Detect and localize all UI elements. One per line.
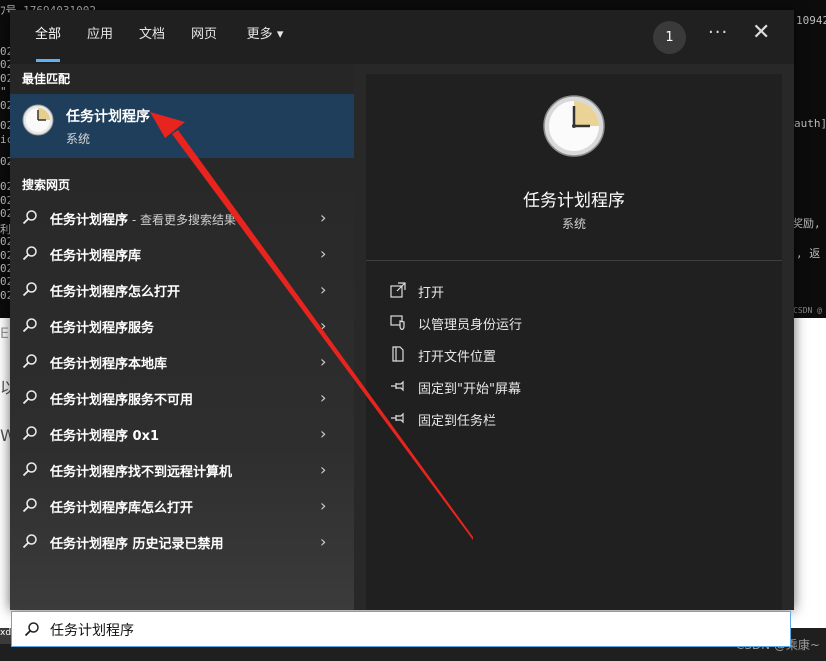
web-result-text: 任务计划程序库怎么打开	[50, 501, 194, 516]
chevron-right-icon: ›	[320, 208, 327, 227]
web-result-text: 任务计划程序库	[50, 249, 142, 264]
chevron-right-icon: ›	[320, 532, 327, 551]
search-web-heading: 搜索网页	[22, 178, 71, 192]
clock-icon	[543, 95, 605, 157]
web-result-item[interactable]: 任务计划程序库 ›	[10, 236, 354, 272]
web-result-label: 任务计划程序怎么打开	[50, 281, 180, 300]
file-location-icon	[392, 346, 404, 362]
search-icon	[22, 461, 38, 481]
action-open-label: 打开	[418, 286, 445, 301]
web-result-item[interactable]: 任务计划程序库怎么打开 ›	[10, 488, 354, 524]
web-result-label: 任务计划程序服务	[50, 317, 154, 336]
web-result-item[interactable]: 任务计划程序服务不可用 ›	[10, 380, 354, 416]
web-result-item[interactable]: 任务计划程序 历史记录已禁用 ›	[10, 524, 354, 560]
chevron-down-icon: ▾	[276, 27, 284, 42]
tab-documents[interactable]: 文档	[130, 10, 174, 64]
close-icon[interactable]: ✕	[752, 20, 770, 45]
search-icon	[22, 533, 38, 553]
search-icon	[22, 209, 38, 229]
web-result-label: 任务计划程序本地库	[50, 353, 167, 372]
terminal-fragment: , 返	[796, 247, 821, 260]
best-match-title: 任务计划程序	[66, 109, 150, 125]
more-options-icon[interactable]: ···	[708, 22, 728, 43]
search-icon	[22, 389, 38, 409]
chevron-right-icon: ›	[320, 388, 327, 407]
web-result-text: 任务计划程序服务不可用	[50, 393, 194, 408]
search-icon	[24, 622, 39, 637]
chevron-right-icon: ›	[320, 316, 327, 335]
results-column: 最佳匹配 任务计划程序 系统 搜索网页 任务计划程序 - 查看更多搜索结果 › 任务…	[10, 64, 354, 610]
chevron-right-icon: ›	[320, 460, 327, 479]
web-result-label: 任务计划程序找不到远程计算机	[50, 461, 232, 480]
web-result-text: 任务计划程序怎么打开	[50, 285, 181, 300]
tab-more[interactable]: 更多 ▾	[238, 10, 292, 64]
preview-subtitle: 系统	[561, 217, 586, 231]
tab-all[interactable]: 全部	[22, 10, 74, 64]
terminal-fragment: 10942	[796, 14, 826, 27]
preview-pane: 任务计划程序 系统 打开 以管理员身份运行 打开文件位置 固定到"开始"屏幕 固…	[366, 74, 782, 610]
terminal-fragment: auth]	[794, 117, 826, 130]
mini-watermark: CSDN @	[793, 306, 822, 315]
tab-apps[interactable]: 应用	[78, 10, 122, 64]
search-input[interactable]	[48, 618, 752, 642]
chevron-right-icon: ›	[320, 244, 327, 263]
web-result-text: 任务计划程序找不到远程计算机	[50, 465, 233, 480]
taskbar-fragment: xd	[0, 628, 11, 644]
terminal-fragment: "	[0, 85, 7, 98]
web-result-label: 任务计划程序库	[50, 245, 141, 264]
search-bar[interactable]	[11, 611, 791, 647]
web-result-item[interactable]: 任务计划程序怎么打开 ›	[10, 272, 354, 308]
pin-icon	[391, 412, 404, 424]
divider	[366, 260, 782, 261]
search-icon	[22, 245, 38, 265]
action-open-file-location-label: 打开文件位置	[418, 350, 497, 365]
open-icon	[390, 282, 406, 298]
best-match-item[interactable]: 任务计划程序 系统	[10, 94, 354, 158]
clock-icon	[22, 104, 54, 136]
tab-web[interactable]: 网页	[182, 10, 226, 64]
preview-title: 任务计划程序	[523, 191, 625, 211]
search-icon	[22, 353, 38, 373]
web-result-label: 任务计划程序服务不可用	[50, 389, 193, 408]
web-result-item[interactable]: 任务计划程序 0x1 ›	[10, 416, 354, 452]
chevron-right-icon: ›	[320, 280, 327, 299]
web-result-item[interactable]: 任务计划程序找不到远程计算机 ›	[10, 452, 354, 488]
action-run-as-admin-label: 以管理员身份运行	[418, 318, 523, 333]
web-result-label: 任务计划程序 0x1	[50, 425, 159, 444]
terminal-fragment: 奖励,	[792, 217, 821, 230]
chevron-right-icon: ›	[320, 496, 327, 515]
search-tabs-bar: 全部 应用 文档 网页 更多 ▾ 1 ··· ✕	[10, 10, 794, 64]
best-match-subtitle: 系统	[66, 132, 91, 146]
search-icon	[22, 317, 38, 337]
web-result-item[interactable]: 任务计划程序本地库 ›	[10, 344, 354, 380]
chevron-right-icon: ›	[320, 352, 327, 371]
chevron-right-icon: ›	[320, 424, 327, 443]
web-result-text: 任务计划程序 历史记录已禁用	[50, 537, 224, 552]
web-result-suffix: - 查看更多搜索结果	[128, 213, 236, 227]
page-glyph: E	[0, 326, 9, 342]
shield-icon	[390, 315, 405, 330]
pin-icon	[391, 380, 404, 392]
web-result-label: 任务计划程序 - 查看更多搜索结果	[50, 209, 236, 228]
search-panel: 全部 应用 文档 网页 更多 ▾ 1 ··· ✕ 最佳匹配 任务计划程序 系统 …	[10, 10, 794, 610]
web-result-item[interactable]: 任务计划程序服务 ›	[10, 308, 354, 344]
web-result-text: 任务计划程序服务	[50, 321, 155, 336]
web-result-item[interactable]: 任务计划程序 - 查看更多搜索结果 ›	[10, 200, 354, 236]
web-result-text: 任务计划程序 0x1	[50, 429, 160, 444]
rewards-badge[interactable]: 1	[653, 21, 686, 54]
best-match-heading: 最佳匹配	[22, 72, 71, 86]
web-result-text: 任务计划程序	[50, 213, 129, 228]
action-pin-to-taskbar-label: 固定到任务栏	[418, 414, 497, 429]
search-icon	[22, 497, 38, 517]
web-result-label: 任务计划程序 历史记录已禁用	[50, 533, 224, 552]
search-icon	[22, 425, 38, 445]
web-result-text: 任务计划程序本地库	[50, 357, 168, 372]
action-pin-to-start-label: 固定到"开始"屏幕	[418, 382, 521, 397]
search-icon	[22, 281, 38, 301]
web-result-label: 任务计划程序库怎么打开	[50, 497, 193, 516]
